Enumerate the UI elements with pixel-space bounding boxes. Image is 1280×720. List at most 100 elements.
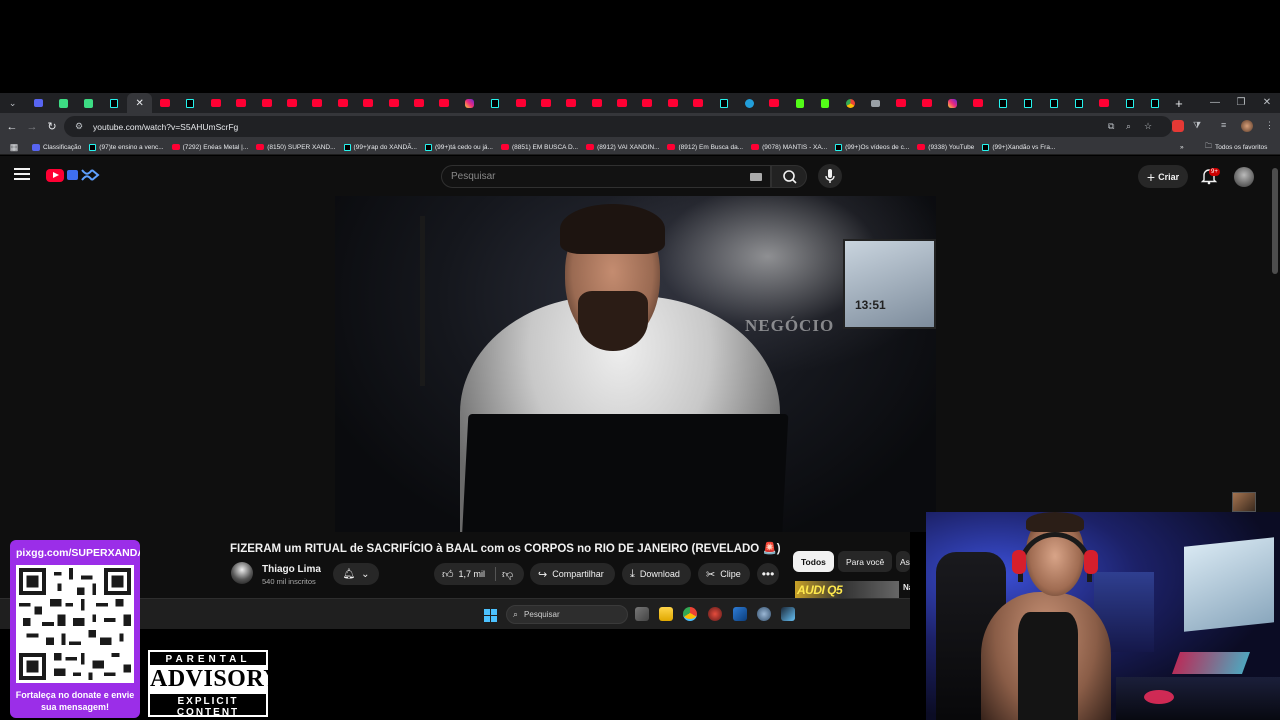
profile-avatar-icon[interactable] — [1241, 120, 1253, 132]
clip-button[interactable]: ✂ Clipe — [698, 563, 750, 585]
media-controls-icon[interactable]: ≡ — [1221, 120, 1226, 130]
file-explorer-icon[interactable] — [659, 607, 673, 621]
browser-tab[interactable] — [1041, 93, 1066, 113]
browser-tab[interactable] — [178, 93, 203, 113]
extension-icon[interactable] — [1172, 120, 1184, 132]
browser-tab[interactable] — [813, 93, 838, 113]
bookmark-item[interactable]: (8150) SUPER XAND... — [256, 144, 336, 151]
browser-tab[interactable] — [279, 93, 304, 113]
bookmark-item[interactable]: (7292) Enéas Metal |... — [171, 144, 248, 151]
video-player[interactable]: 13:51 NEGÓCIO — [335, 196, 936, 532]
channel-name[interactable]: Thiago Lima — [262, 564, 321, 575]
browser-tab[interactable] — [254, 93, 279, 113]
browser-tab[interactable] — [229, 93, 254, 113]
browser-tab[interactable] — [457, 93, 482, 113]
back-icon[interactable]: ← — [2, 121, 22, 133]
reload-icon[interactable]: ↻ — [42, 120, 62, 133]
chip-partial[interactable]: As — [896, 551, 910, 572]
browser-tab[interactable] — [609, 93, 634, 113]
taskbar-search[interactable]: ⌕ Pesquisar — [506, 605, 628, 624]
browser-tab[interactable] — [1143, 93, 1168, 113]
chip-all[interactable]: Todos — [793, 551, 834, 572]
like-icon[interactable]: 👍︎ — [442, 568, 454, 581]
browser-tab[interactable] — [533, 93, 558, 113]
tab-link-1[interactable] — [51, 93, 76, 113]
maximize-icon[interactable]: ❐ — [1228, 93, 1254, 113]
download-button[interactable]: ⤓ Download — [622, 563, 691, 585]
bookmark-item[interactable]: (99+)tá cedo ou já... — [424, 143, 493, 151]
more-actions-button[interactable]: ••• — [757, 563, 779, 585]
browser-tab[interactable] — [432, 93, 457, 113]
browser-tab[interactable] — [381, 93, 406, 113]
browser-tab[interactable] — [1016, 93, 1041, 113]
close-icon[interactable]: ✕ — [135, 98, 143, 109]
youtube-logo-icon[interactable] — [46, 169, 64, 182]
steam-icon[interactable] — [781, 607, 795, 621]
address-bar[interactable]: ⚙ youtube.com/watch?v=S5AHUmScrFg ⧉ ⌕ ☆ — [64, 116, 1172, 137]
browser-tab[interactable] — [152, 93, 177, 113]
browser-tab[interactable] — [914, 93, 939, 113]
browser-tab[interactable] — [736, 93, 761, 113]
browser-tab[interactable] — [889, 93, 914, 113]
browser-tab[interactable] — [584, 93, 609, 113]
browser-tab[interactable] — [686, 93, 711, 113]
browser-tab[interactable] — [762, 93, 787, 113]
tab-tiktok[interactable] — [102, 93, 127, 113]
voice-search-button[interactable] — [818, 164, 842, 188]
task-view-icon[interactable] — [635, 607, 649, 621]
windows-start-icon[interactable] — [484, 609, 497, 622]
share-button[interactable]: ↪ Compartilhar — [530, 563, 615, 585]
search-button[interactable] — [771, 165, 807, 188]
bookmark-item[interactable]: (8851) EM BUSCA D... — [500, 144, 578, 151]
create-button[interactable]: + Criar — [1138, 165, 1188, 188]
browser-tab[interactable] — [1066, 93, 1091, 113]
browser-tab[interactable] — [711, 93, 736, 113]
search-input[interactable]: Pesquisar — [441, 165, 771, 188]
miniplayer-avatar[interactable] — [1232, 492, 1256, 512]
bookmark-item[interactable]: (99+)Xandão vs Fra... — [982, 143, 1055, 151]
tab-discord[interactable] — [25, 93, 50, 113]
menu-kebab-icon[interactable]: ⋮ — [1265, 120, 1274, 131]
bookmark-item[interactable]: (9338) YouTube — [917, 144, 974, 151]
browser-tab[interactable] — [965, 93, 990, 113]
browser-tab[interactable] — [939, 93, 964, 113]
browser-tab[interactable] — [635, 93, 660, 113]
browser-tab[interactable] — [508, 93, 533, 113]
bookmark-item[interactable]: (9078) MANTIS - XA... — [751, 144, 827, 151]
obs-icon[interactable] — [708, 607, 722, 621]
browser-tab[interactable] — [305, 93, 330, 113]
bookmark-item[interactable]: (99+)Os vídeos de c... — [835, 143, 909, 151]
keyboard-icon[interactable] — [750, 173, 762, 181]
browser-tab[interactable] — [990, 93, 1015, 113]
chrome-icon[interactable] — [683, 607, 697, 621]
chip-for-you[interactable]: Para você — [838, 551, 893, 572]
bookmarks-overflow-icon[interactable]: » — [1180, 144, 1184, 151]
browser-tab[interactable] — [355, 93, 380, 113]
dislike-icon[interactable]: 👎︎ — [502, 568, 513, 581]
app-icon[interactable] — [733, 607, 747, 621]
like-count[interactable]: 1,7 mil — [459, 569, 486, 579]
browser-tab[interactable] — [863, 93, 888, 113]
new-tab-button[interactable]: + — [1168, 96, 1190, 111]
menu-icon[interactable] — [14, 168, 30, 183]
tab-search-menu[interactable]: ⌄ — [0, 93, 25, 113]
browser-tab[interactable] — [406, 93, 431, 113]
tab-active[interactable]: ✕ — [126, 93, 153, 113]
bookmark-item[interactable]: Classificação — [32, 143, 81, 151]
forward-icon[interactable]: → — [22, 121, 42, 133]
minimize-icon[interactable]: — — [1202, 93, 1228, 113]
browser-tab[interactable] — [660, 93, 685, 113]
site-info-icon[interactable]: ⚙ — [70, 121, 88, 132]
all-bookmarks-folder[interactable]: 🗀 Todos os favoritos — [1205, 142, 1267, 153]
youtube-doodle-icon[interactable] — [66, 167, 100, 183]
bookmark-item[interactable]: (97)te ensino a venc... — [89, 143, 164, 151]
page-scrollbar[interactable] — [1272, 168, 1278, 274]
browser-tab[interactable] — [1117, 93, 1142, 113]
browser-tab[interactable] — [559, 93, 584, 113]
recommended-video-title[interactable]: Na — [903, 583, 910, 592]
cast-icon[interactable]: ⧉ — [1108, 121, 1114, 132]
window-close-icon[interactable]: ✕ — [1254, 93, 1280, 113]
extensions-puzzle-icon[interactable]: ⧩ — [1193, 120, 1201, 131]
settings-gear-icon[interactable] — [757, 607, 771, 621]
account-avatar[interactable] — [1234, 167, 1254, 187]
